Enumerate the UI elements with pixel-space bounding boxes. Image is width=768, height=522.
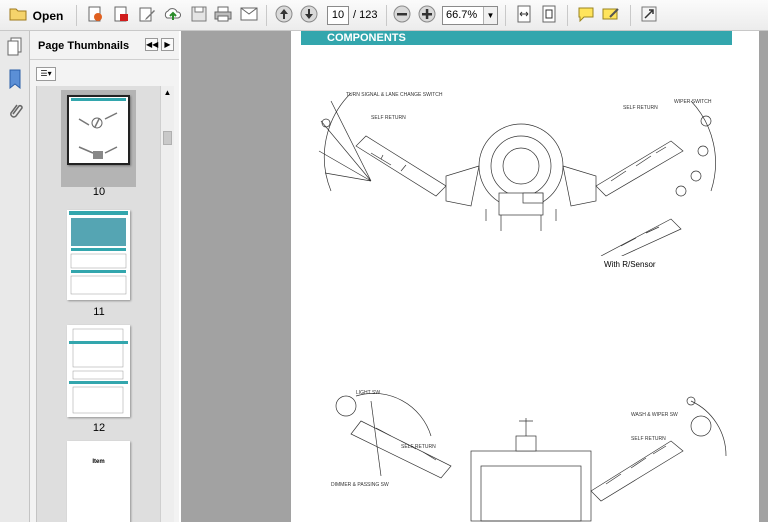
bookmarks-tab[interactable] bbox=[4, 69, 26, 91]
upload-icon bbox=[164, 5, 182, 26]
paperclip-icon bbox=[7, 101, 23, 124]
edit-icon bbox=[138, 5, 156, 26]
create-pdf-button[interactable] bbox=[84, 5, 106, 26]
email-icon bbox=[240, 7, 258, 24]
thumbnail-page-11[interactable] bbox=[67, 210, 130, 300]
zoom-select[interactable]: 66.7% ▼ bbox=[442, 6, 498, 25]
fit-page-icon bbox=[541, 5, 557, 26]
zoom-out-icon bbox=[393, 5, 411, 26]
sign-icon bbox=[602, 5, 620, 26]
thumbnail-scrollbar[interactable]: ▲ bbox=[160, 86, 174, 522]
thumbnail-preview bbox=[69, 328, 128, 414]
thumbnail-heading: Item bbox=[92, 459, 105, 465]
email-button[interactable] bbox=[238, 5, 260, 26]
thumbnail-options-button[interactable]: ☰▾ bbox=[36, 67, 56, 81]
diagram-label: WASH & WIPER SW bbox=[631, 412, 678, 418]
diagram-label: SELF RETURN bbox=[371, 115, 406, 121]
comment-button[interactable] bbox=[575, 5, 597, 26]
fit-width-icon bbox=[516, 5, 532, 26]
thumbnail-page-13[interactable]: Item bbox=[67, 441, 130, 522]
open-label: Open bbox=[32, 8, 64, 23]
bookmark-icon bbox=[8, 69, 22, 92]
panel-title: Page Thumbnails bbox=[38, 40, 130, 52]
thumbnail-preview bbox=[71, 98, 126, 159]
diagram-label: SELF RETURN bbox=[623, 105, 658, 111]
chevron-right-icon[interactable]: ▶ bbox=[161, 38, 174, 51]
expand-button[interactable] bbox=[638, 5, 660, 26]
navigation-rail bbox=[0, 31, 30, 522]
diagram-label: TURN SIGNAL & LANE CHANGE SWITCH bbox=[346, 92, 443, 98]
diagram-label: DIMMER & PASSING SW bbox=[331, 482, 389, 488]
section-header-bar: COMPONENTS bbox=[301, 31, 732, 45]
fit-page-button[interactable] bbox=[538, 5, 560, 26]
thumbnail-list: 10 11 12 Item bbox=[36, 86, 160, 522]
open-button[interactable]: Open bbox=[6, 5, 66, 26]
zoom-in-icon bbox=[418, 5, 436, 26]
page-total: / 123 bbox=[353, 9, 378, 21]
document-viewport[interactable]: COMPONENTS TURN SIGNAL & LANE CHANGE SWI… bbox=[181, 31, 768, 522]
fit-width-button[interactable] bbox=[513, 5, 535, 26]
diagram-label: LIGHT SW bbox=[356, 390, 380, 396]
next-page-icon bbox=[300, 5, 318, 26]
combination-switch-diagram: TURN SIGNAL & LANE CHANGE SWITCH SELF RE… bbox=[318, 92, 716, 256]
acrobat-icon bbox=[112, 5, 130, 26]
panel-header: Page Thumbnails ◀◀ ▶ bbox=[30, 31, 179, 60]
page-thumbnails-tab[interactable] bbox=[4, 37, 26, 59]
diagram-caption: With R/Sensor bbox=[604, 260, 656, 269]
collapse-panel-button[interactable]: ◀◀ bbox=[145, 38, 158, 51]
zoom-in-button[interactable] bbox=[416, 5, 438, 26]
diagram-label: SELF RETURN bbox=[631, 436, 666, 442]
thumbnail-page-12[interactable] bbox=[67, 325, 130, 417]
print-icon bbox=[214, 6, 232, 25]
open-folder-icon bbox=[9, 6, 27, 25]
thumbnail-number: 12 bbox=[92, 422, 106, 434]
save-icon bbox=[191, 6, 207, 25]
thumbnail-page-10[interactable] bbox=[67, 95, 130, 165]
prev-page-button[interactable] bbox=[273, 5, 295, 26]
thumbnail-number: 11 bbox=[93, 306, 105, 318]
scroll-thumb[interactable] bbox=[163, 131, 172, 145]
create-pdf-icon bbox=[86, 5, 104, 26]
thumbnail-preview bbox=[69, 211, 128, 295]
chevron-down-icon[interactable]: ▼ bbox=[483, 7, 497, 24]
pages-icon bbox=[7, 37, 23, 60]
section-title: COMPONENTS bbox=[327, 32, 406, 44]
page-number-input[interactable]: 10 bbox=[327, 6, 349, 25]
zoom-out-button[interactable] bbox=[391, 5, 413, 26]
switch-assembly-diagram: LIGHT SW SELF RETURN DIMMER & PASSING SW… bbox=[331, 390, 727, 522]
attachments-tab[interactable] bbox=[4, 101, 26, 123]
thumbnail-number: 10 bbox=[92, 186, 106, 198]
diagram-label: WIPER SWITCH bbox=[674, 99, 712, 105]
zoom-value: 66.7% bbox=[446, 9, 478, 21]
diagram-label: SELF RETURN bbox=[401, 444, 436, 450]
toolbar: Open 10 / 123 66.7% ▼ bbox=[0, 0, 768, 31]
comment-icon bbox=[577, 6, 595, 25]
thumbnails-panel: Page Thumbnails ◀◀ ▶ ☰▾ 10 11 12 Item ▲ bbox=[30, 31, 179, 522]
acrobat-button[interactable] bbox=[110, 5, 132, 26]
edit-button[interactable] bbox=[136, 5, 158, 26]
scroll-up-icon[interactable]: ▲ bbox=[161, 86, 174, 100]
upload-button[interactable] bbox=[162, 5, 184, 26]
pdf-page: COMPONENTS TURN SIGNAL & LANE CHANGE SWI… bbox=[291, 31, 759, 522]
sign-button[interactable] bbox=[600, 5, 622, 26]
print-button[interactable] bbox=[212, 5, 234, 26]
expand-icon bbox=[641, 6, 657, 25]
save-button[interactable] bbox=[188, 5, 210, 26]
prev-page-icon bbox=[275, 5, 293, 26]
next-page-button[interactable] bbox=[298, 5, 320, 26]
